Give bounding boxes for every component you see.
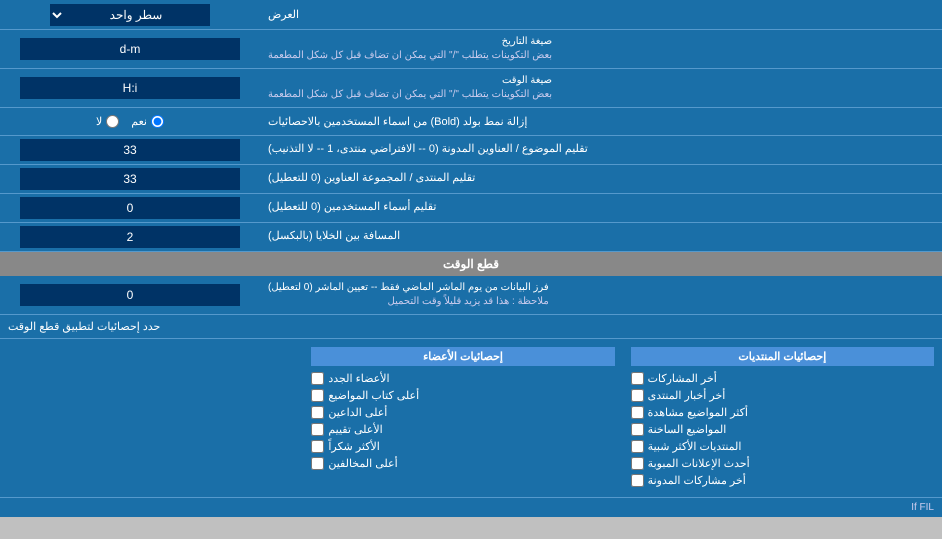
time-format-input-area [0, 69, 260, 107]
stats-limit-label: حدد إحصائيات لتطبيق قطع الوقت [0, 315, 942, 338]
date-format-input-area [0, 30, 260, 68]
bold-yes-option: نعم [131, 115, 164, 128]
cutoff-data-row: فرز البيانات من يوم الماشر الماضي فقط --… [0, 276, 942, 315]
date-format-row: صيغة التاريخ بعض التكوينات يتطلب "/" الت… [0, 30, 942, 69]
checkbox-item-topinviters: أعلى الداعين [311, 404, 614, 421]
cutoff-data-label: فرز البيانات من يوم الماشر الماضي فقط --… [260, 276, 942, 314]
date-format-main-label: صيغة التاريخ [268, 35, 552, 49]
main-container: العرض سطر واحد سطرين ثلاثة أسطر صيغة الت… [0, 0, 942, 517]
checkbox-item-ads: أحدث الإعلانات المبوبة [631, 455, 934, 472]
date-format-label: صيغة التاريخ بعض التكوينات يتطلب "/" الت… [260, 30, 942, 68]
date-format-sublabel: بعض التكوينات يتطلب "/" التي يمكن ان تضا… [268, 49, 552, 63]
bold-yes-label: نعم [131, 115, 147, 128]
cutoff-main-label: فرز البيانات من يوم الماشر الماضي فقط --… [268, 281, 549, 295]
checkbox-topwriters[interactable] [311, 389, 324, 402]
date-format-input[interactable] [20, 38, 240, 60]
forum-titles-row: تقليم المنتدى / المجموعة العناوين (0 للت… [0, 165, 942, 194]
cutoff-input[interactable] [20, 284, 240, 306]
time-format-sublabel: بعض التكوينات يتطلب "/" التي يمكن ان تضا… [268, 88, 552, 102]
checkbox-topinviters-label: أعلى الداعين [328, 406, 387, 419]
checkbox-item-news: أخر أخبار المنتدى [631, 387, 934, 404]
checkbox-news-label: أخر أخبار المنتدى [648, 389, 726, 402]
checkbox-similar-label: المنتديات الأكثر شبية [648, 440, 742, 453]
checkbox-item-similar: المنتديات الأكثر شبية [631, 438, 934, 455]
display-mode-input-area: سطر واحد سطرين ثلاثة أسطر [0, 0, 260, 29]
checkbox-topviolators-label: أعلى المخالفين [328, 457, 397, 470]
forum-titles-label: تقليم المنتدى / المجموعة العناوين (0 للت… [260, 165, 942, 193]
cell-spacing-label: المسافة بين الخلايا (بالبكسل) [260, 223, 942, 251]
checkbox-news[interactable] [631, 389, 644, 402]
bold-yes-radio[interactable] [151, 115, 164, 128]
bold-remove-input-area: نعم لا [0, 108, 260, 135]
display-mode-label: العرض [260, 0, 942, 29]
usernames-input-area [0, 194, 260, 222]
time-format-main-label: صيغة الوقت [268, 74, 552, 88]
checkbox-mostthanked[interactable] [311, 440, 324, 453]
checkbox-mostthanked-label: الأكثر شكراً [328, 440, 379, 453]
members-stats-col: إحصائيات الأعضاء الأعضاء الجدد أعلى كتاب… [303, 343, 622, 493]
checkboxes-section: إحصائيات المنتديات أخر المشاركات أخر أخب… [0, 339, 942, 497]
display-mode-select[interactable]: سطر واحد سطرين ثلاثة أسطر [50, 4, 210, 26]
checkbox-item-topwriters: أعلى كتاب المواضيع [311, 387, 614, 404]
checkbox-item-posts: أخر المشاركات [631, 370, 934, 387]
topic-titles-input-area [0, 136, 260, 164]
time-format-label: صيغة الوقت بعض التكوينات يتطلب "/" التي … [260, 69, 942, 107]
checkbox-topviolators[interactable] [311, 457, 324, 470]
members-stats-header: إحصائيات الأعضاء [311, 347, 614, 366]
forum-titles-input-area [0, 165, 260, 193]
forum-titles-input[interactable] [20, 168, 240, 190]
checkbox-posts-label: أخر المشاركات [648, 372, 717, 385]
usernames-input[interactable] [20, 197, 240, 219]
topic-titles-label: تقليم الموضوع / العناوين المدونة (0 -- ا… [260, 136, 942, 164]
checkbox-blog-label: أخر مشاركات المدونة [648, 474, 746, 487]
checkbox-topinviters[interactable] [311, 406, 324, 419]
checkbox-hot[interactable] [631, 423, 644, 436]
bold-remove-row: إزالة نمط بولد (Bold) من اسماء المستخدمي… [0, 108, 942, 136]
checkbox-toprated-label: الأعلى تقييم [328, 423, 382, 436]
checkbox-columns: إحصائيات المنتديات أخر المشاركات أخر أخب… [0, 343, 942, 493]
checkbox-item-blog: أخر مشاركات المدونة [631, 472, 934, 489]
checkbox-item-topviolators: أعلى المخالفين [311, 455, 614, 472]
checkbox-posts[interactable] [631, 372, 644, 385]
checkbox-newmembers[interactable] [311, 372, 324, 385]
usernames-row: تقليم أسماء المستخدمين (0 للتعطيل) [0, 194, 942, 223]
checkbox-item-toprated: الأعلى تقييم [311, 421, 614, 438]
cutoff-section-header: قطع الوقت [0, 252, 942, 276]
forums-stats-header: إحصائيات المنتديات [631, 347, 934, 366]
time-format-row: صيغة الوقت بعض التكوينات يتطلب "/" التي … [0, 69, 942, 108]
display-mode-row: العرض سطر واحد سطرين ثلاثة أسطر [0, 0, 942, 30]
checkbox-mostviewed-label: أكثر المواضيع مشاهدة [648, 406, 748, 419]
if-fil-text: If FIL [911, 502, 934, 513]
checkbox-item-hot: المواضيع الساخنة [631, 421, 934, 438]
forums-stats-col: إحصائيات المنتديات أخر المشاركات أخر أخب… [623, 343, 942, 493]
usernames-label: تقليم أسماء المستخدمين (0 للتعطيل) [260, 194, 942, 222]
checkbox-topwriters-label: أعلى كتاب المواضيع [328, 389, 419, 402]
checkbox-similar[interactable] [631, 440, 644, 453]
bottom-note: If FIL [0, 497, 942, 517]
checkbox-item-newmembers: الأعضاء الجدد [311, 370, 614, 387]
bold-no-option: لا [96, 115, 119, 128]
checkbox-item-mostviewed: أكثر المواضيع مشاهدة [631, 404, 934, 421]
checkbox-mostviewed[interactable] [631, 406, 644, 419]
cell-spacing-row: المسافة بين الخلايا (بالبكسل) [0, 223, 942, 252]
checkbox-toprated[interactable] [311, 423, 324, 436]
checkbox-newmembers-label: الأعضاء الجدد [328, 372, 389, 385]
bold-no-radio[interactable] [106, 115, 119, 128]
bold-no-label: لا [96, 115, 102, 128]
right-spacer [0, 343, 303, 493]
checkbox-hot-label: المواضيع الساخنة [648, 423, 727, 436]
cutoff-note-label: ملاحظة : هذا قد يزيد قليلاً وقت التحميل [268, 295, 549, 309]
checkbox-blog[interactable] [631, 474, 644, 487]
checkbox-ads[interactable] [631, 457, 644, 470]
cutoff-input-area [0, 276, 260, 314]
cell-spacing-input-area [0, 223, 260, 251]
cell-spacing-input[interactable] [20, 226, 240, 248]
bold-remove-label: إزالة نمط بولد (Bold) من اسماء المستخدمي… [260, 108, 942, 135]
checkbox-ads-label: أحدث الإعلانات المبوبة [648, 457, 750, 470]
topic-titles-row: تقليم الموضوع / العناوين المدونة (0 -- ا… [0, 136, 942, 165]
stats-limit-row: حدد إحصائيات لتطبيق قطع الوقت [0, 315, 942, 339]
checkbox-item-mostthanked: الأكثر شكراً [311, 438, 614, 455]
time-format-input[interactable] [20, 77, 240, 99]
topic-titles-input[interactable] [20, 139, 240, 161]
